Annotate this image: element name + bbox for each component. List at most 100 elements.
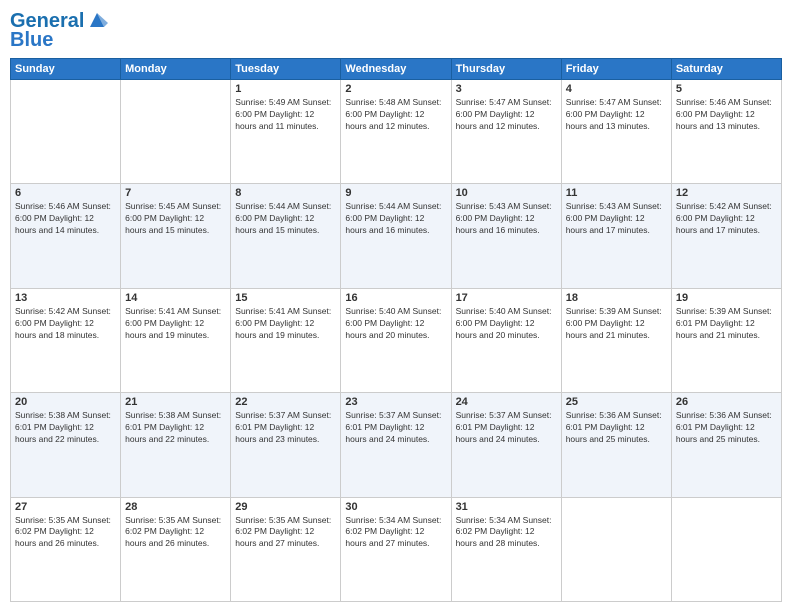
day-info: Sunrise: 5:35 AM Sunset: 6:02 PM Dayligh… bbox=[235, 515, 336, 551]
weekday-header: Saturday bbox=[671, 59, 781, 80]
calendar-week-row: 1 Sunrise: 5:49 AM Sunset: 6:00 PM Daylig… bbox=[11, 80, 782, 184]
day-info: Sunrise: 5:42 AM Sunset: 6:00 PM Dayligh… bbox=[15, 306, 116, 342]
day-info: Sunrise: 5:42 AM Sunset: 6:00 PM Dayligh… bbox=[676, 201, 777, 237]
calendar-cell: 27 Sunrise: 5:35 AM Sunset: 6:02 PM Dayli… bbox=[11, 497, 121, 601]
weekday-header: Wednesday bbox=[341, 59, 451, 80]
weekday-header: Sunday bbox=[11, 59, 121, 80]
day-info: Sunrise: 5:46 AM Sunset: 6:00 PM Dayligh… bbox=[15, 201, 116, 237]
day-number: 29 bbox=[235, 501, 336, 513]
calendar-cell: 20 Sunrise: 5:38 AM Sunset: 6:01 PM Dayli… bbox=[11, 393, 121, 497]
day-info: Sunrise: 5:41 AM Sunset: 6:00 PM Dayligh… bbox=[125, 306, 226, 342]
day-number: 2 bbox=[345, 83, 446, 95]
calendar-week-row: 20 Sunrise: 5:38 AM Sunset: 6:01 PM Dayli… bbox=[11, 393, 782, 497]
calendar-cell: 25 Sunrise: 5:36 AM Sunset: 6:01 PM Dayli… bbox=[561, 393, 671, 497]
calendar-table: SundayMondayTuesdayWednesdayThursdayFrid… bbox=[10, 58, 782, 602]
weekday-header: Monday bbox=[121, 59, 231, 80]
day-info: Sunrise: 5:37 AM Sunset: 6:01 PM Dayligh… bbox=[235, 410, 336, 446]
day-number: 5 bbox=[676, 83, 777, 95]
day-info: Sunrise: 5:47 AM Sunset: 6:00 PM Dayligh… bbox=[456, 97, 557, 133]
day-number: 18 bbox=[566, 292, 667, 304]
weekday-header: Thursday bbox=[451, 59, 561, 80]
calendar-cell: 17 Sunrise: 5:40 AM Sunset: 6:00 PM Dayli… bbox=[451, 288, 561, 392]
calendar-cell: 10 Sunrise: 5:43 AM Sunset: 6:00 PM Dayli… bbox=[451, 184, 561, 288]
day-number: 8 bbox=[235, 187, 336, 199]
calendar-cell: 26 Sunrise: 5:36 AM Sunset: 6:01 PM Dayli… bbox=[671, 393, 781, 497]
logo-text-blue: Blue bbox=[10, 29, 108, 52]
calendar-cell: 15Sunrise: 5:41 AM Sunset: 6:00 PM Dayli… bbox=[231, 288, 341, 392]
day-number: 16 bbox=[345, 292, 446, 304]
calendar-cell: 19Sunrise: 5:39 AM Sunset: 6:01 PM Dayli… bbox=[671, 288, 781, 392]
day-info: Sunrise: 5:44 AM Sunset: 6:00 PM Dayligh… bbox=[235, 201, 336, 237]
day-info: Sunrise: 5:43 AM Sunset: 6:00 PM Dayligh… bbox=[566, 201, 667, 237]
day-number: 10 bbox=[456, 187, 557, 199]
calendar-cell: 29 Sunrise: 5:35 AM Sunset: 6:02 PM Dayli… bbox=[231, 497, 341, 601]
calendar-header-row: SundayMondayTuesdayWednesdayThursdayFrid… bbox=[11, 59, 782, 80]
day-info: Sunrise: 5:45 AM Sunset: 6:00 PM Dayligh… bbox=[125, 201, 226, 237]
calendar-cell: 14Sunrise: 5:41 AM Sunset: 6:00 PM Dayli… bbox=[121, 288, 231, 392]
calendar-week-row: 6Sunrise: 5:46 AM Sunset: 6:00 PM Daylig… bbox=[11, 184, 782, 288]
day-number: 24 bbox=[456, 396, 557, 408]
day-number: 26 bbox=[676, 396, 777, 408]
calendar-cell: 1 Sunrise: 5:49 AM Sunset: 6:00 PM Daylig… bbox=[231, 80, 341, 184]
day-info: Sunrise: 5:48 AM Sunset: 6:00 PM Dayligh… bbox=[345, 97, 446, 133]
calendar-cell: 6Sunrise: 5:46 AM Sunset: 6:00 PM Daylig… bbox=[11, 184, 121, 288]
day-info: Sunrise: 5:38 AM Sunset: 6:01 PM Dayligh… bbox=[15, 410, 116, 446]
day-number: 7 bbox=[125, 187, 226, 199]
weekday-header: Tuesday bbox=[231, 59, 341, 80]
day-number: 30 bbox=[345, 501, 446, 513]
calendar-cell: 30Sunrise: 5:34 AM Sunset: 6:02 PM Dayli… bbox=[341, 497, 451, 601]
day-number: 22 bbox=[235, 396, 336, 408]
calendar-cell: 9Sunrise: 5:44 AM Sunset: 6:00 PM Daylig… bbox=[341, 184, 451, 288]
calendar-cell: 23 Sunrise: 5:37 AM Sunset: 6:01 PM Dayli… bbox=[341, 393, 451, 497]
calendar-cell: 11 Sunrise: 5:43 AM Sunset: 6:00 PM Dayli… bbox=[561, 184, 671, 288]
day-info: Sunrise: 5:34 AM Sunset: 6:02 PM Dayligh… bbox=[456, 515, 557, 551]
calendar-cell: 13Sunrise: 5:42 AM Sunset: 6:00 PM Dayli… bbox=[11, 288, 121, 392]
day-number: 27 bbox=[15, 501, 116, 513]
day-number: 15 bbox=[235, 292, 336, 304]
day-info: Sunrise: 5:43 AM Sunset: 6:00 PM Dayligh… bbox=[456, 201, 557, 237]
logo: General Blue bbox=[10, 10, 108, 52]
calendar-cell: 5 Sunrise: 5:46 AM Sunset: 6:00 PM Daylig… bbox=[671, 80, 781, 184]
day-info: Sunrise: 5:35 AM Sunset: 6:02 PM Dayligh… bbox=[15, 515, 116, 551]
day-number: 17 bbox=[456, 292, 557, 304]
calendar-cell: 2 Sunrise: 5:48 AM Sunset: 6:00 PM Daylig… bbox=[341, 80, 451, 184]
calendar-cell: 3 Sunrise: 5:47 AM Sunset: 6:00 PM Daylig… bbox=[451, 80, 561, 184]
day-info: Sunrise: 5:47 AM Sunset: 6:00 PM Dayligh… bbox=[566, 97, 667, 133]
day-info: Sunrise: 5:49 AM Sunset: 6:00 PM Dayligh… bbox=[235, 97, 336, 133]
calendar-cell: 28 Sunrise: 5:35 AM Sunset: 6:02 PM Dayli… bbox=[121, 497, 231, 601]
calendar-cell: 22 Sunrise: 5:37 AM Sunset: 6:01 PM Dayli… bbox=[231, 393, 341, 497]
calendar-cell bbox=[671, 497, 781, 601]
calendar-week-row: 13Sunrise: 5:42 AM Sunset: 6:00 PM Dayli… bbox=[11, 288, 782, 392]
calendar-cell: 31 Sunrise: 5:34 AM Sunset: 6:02 PM Dayli… bbox=[451, 497, 561, 601]
day-info: Sunrise: 5:35 AM Sunset: 6:02 PM Dayligh… bbox=[125, 515, 226, 551]
calendar-cell: 24 Sunrise: 5:37 AM Sunset: 6:01 PM Dayli… bbox=[451, 393, 561, 497]
calendar-cell: 12Sunrise: 5:42 AM Sunset: 6:00 PM Dayli… bbox=[671, 184, 781, 288]
calendar-cell: 18 Sunrise: 5:39 AM Sunset: 6:00 PM Dayli… bbox=[561, 288, 671, 392]
weekday-header: Friday bbox=[561, 59, 671, 80]
day-number: 11 bbox=[566, 187, 667, 199]
day-info: Sunrise: 5:39 AM Sunset: 6:00 PM Dayligh… bbox=[566, 306, 667, 342]
day-number: 21 bbox=[125, 396, 226, 408]
day-number: 23 bbox=[345, 396, 446, 408]
calendar-cell bbox=[121, 80, 231, 184]
day-info: Sunrise: 5:40 AM Sunset: 6:00 PM Dayligh… bbox=[456, 306, 557, 342]
day-info: Sunrise: 5:39 AM Sunset: 6:01 PM Dayligh… bbox=[676, 306, 777, 342]
day-info: Sunrise: 5:46 AM Sunset: 6:00 PM Dayligh… bbox=[676, 97, 777, 133]
day-info: Sunrise: 5:36 AM Sunset: 6:01 PM Dayligh… bbox=[676, 410, 777, 446]
day-info: Sunrise: 5:38 AM Sunset: 6:01 PM Dayligh… bbox=[125, 410, 226, 446]
day-number: 3 bbox=[456, 83, 557, 95]
day-info: Sunrise: 5:44 AM Sunset: 6:00 PM Dayligh… bbox=[345, 201, 446, 237]
day-number: 31 bbox=[456, 501, 557, 513]
day-info: Sunrise: 5:37 AM Sunset: 6:01 PM Dayligh… bbox=[345, 410, 446, 446]
day-number: 20 bbox=[15, 396, 116, 408]
logo-icon bbox=[86, 9, 108, 31]
calendar-week-row: 27 Sunrise: 5:35 AM Sunset: 6:02 PM Dayli… bbox=[11, 497, 782, 601]
day-number: 25 bbox=[566, 396, 667, 408]
day-info: Sunrise: 5:36 AM Sunset: 6:01 PM Dayligh… bbox=[566, 410, 667, 446]
calendar-cell: 4Sunrise: 5:47 AM Sunset: 6:00 PM Daylig… bbox=[561, 80, 671, 184]
header: General Blue bbox=[10, 10, 782, 52]
day-number: 28 bbox=[125, 501, 226, 513]
day-number: 1 bbox=[235, 83, 336, 95]
page: General Blue SundayMondayTuesdayWednesda… bbox=[0, 0, 792, 612]
day-info: Sunrise: 5:37 AM Sunset: 6:01 PM Dayligh… bbox=[456, 410, 557, 446]
